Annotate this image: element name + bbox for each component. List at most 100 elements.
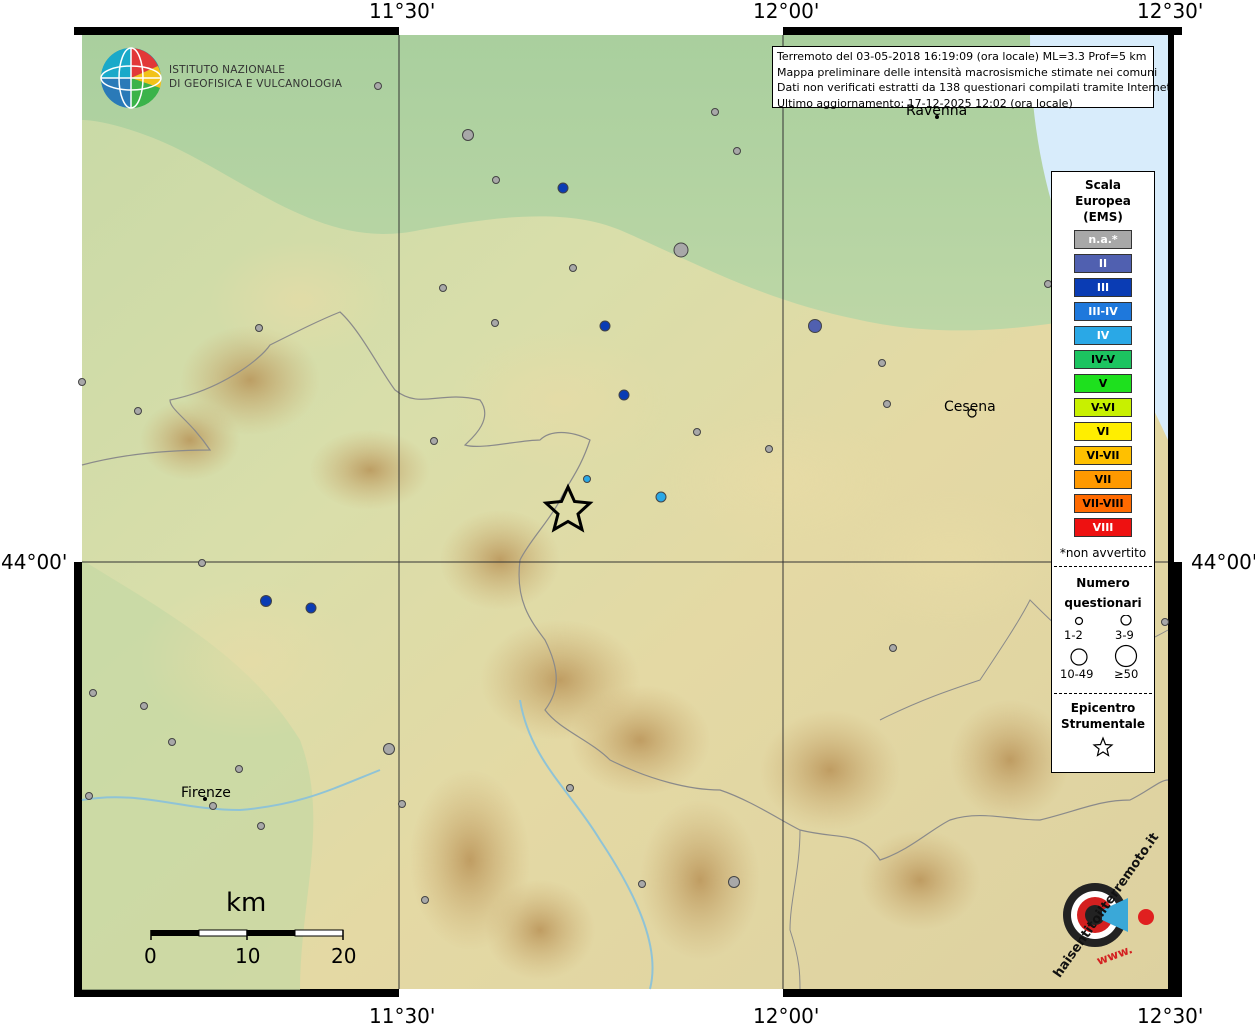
intensity-point: [305, 602, 317, 614]
intensity-point: [383, 743, 395, 755]
intensity-point: [733, 147, 741, 155]
city-label-ravenna: Ravenna: [906, 103, 968, 119]
intensity-point: [255, 324, 263, 332]
bottom-lon-label-3: 12°30': [1137, 1004, 1204, 1028]
legend-class-8: VI: [1074, 422, 1132, 441]
scale-tick-20: 20: [331, 944, 357, 968]
intensity-point: [566, 784, 574, 792]
bottom-lon-label-1: 11°30': [369, 1004, 436, 1028]
intensity-point: [889, 644, 897, 652]
intensity-point: [618, 389, 630, 401]
legend-epi-2: Strumentale: [1060, 717, 1146, 731]
institute-line-1: ISTITUTO NAZIONALE: [169, 64, 286, 76]
intensity-point: [808, 319, 822, 333]
brand-www: www.: [1094, 942, 1135, 968]
scale-tick-0: 0: [144, 944, 157, 968]
intensity-point: [693, 428, 701, 436]
intensity-point: [209, 802, 217, 810]
scale-unit: km: [226, 888, 267, 918]
legend-class-3: III-IV: [1074, 302, 1132, 321]
intensity-point: [398, 800, 406, 808]
institute-line-2: DI GEOFISICA E VULCANOLOGIA: [169, 78, 343, 90]
intensity-point: [89, 689, 97, 697]
institute-name: ISTITUTO NAZIONALE DI GEOFISICA E VULCAN…: [169, 63, 342, 91]
size-label-3: 10-49: [1060, 667, 1094, 681]
legend-class-11: VII-VIII: [1074, 494, 1132, 513]
event-info-box: Terremoto del 03-05-2018 16:19:09 (ora l…: [772, 46, 1175, 110]
city-label-cesena: Cesena: [944, 399, 996, 415]
intensity-point: [198, 559, 206, 567]
intensity-point: [655, 491, 667, 503]
intensity-point: [728, 876, 740, 888]
legend-note: *non avvertito: [1059, 546, 1147, 560]
size-label-1: 1-2: [1064, 628, 1083, 642]
intensity-point: [583, 475, 591, 483]
intensity-point: [1161, 618, 1169, 626]
legend-classes: n.a.* II III III-IV IV IV-V V V-VI VI VI-VII VII VI…: [1052, 230, 1154, 537]
legend-title-3: (EMS): [1083, 210, 1123, 224]
legend-divider: [1054, 566, 1152, 567]
legend-questionari: questionari: [1064, 596, 1142, 610]
terrain: [81, 35, 1169, 990]
legend-epicenter-title: Epicentro Strumentale: [1052, 700, 1154, 732]
info-line-1: Terremoto del 03-05-2018 16:19:09 (ora l…: [777, 50, 1147, 63]
bottom-lon-label-2: 12°00': [753, 1004, 820, 1028]
top-lon-label-3: 12°30': [1137, 0, 1204, 23]
intensity-point: [134, 407, 142, 415]
legend-class-10: VII: [1074, 470, 1132, 489]
intensity-point: [711, 108, 719, 116]
top-lon-label-2: 12°00': [753, 0, 820, 23]
intensity-point: [638, 880, 646, 888]
intensity-point: [78, 378, 86, 386]
left-lat-label: 44°00': [1, 550, 68, 574]
intensity-point: [260, 595, 272, 607]
intensity-point: [765, 445, 773, 453]
scale-tick-10: 10: [235, 944, 261, 968]
ingv-globe-icon: [100, 47, 162, 109]
city-label-firenze: Firenze: [181, 785, 231, 801]
intensity-point: [599, 320, 611, 332]
legend-class-4: IV: [1074, 326, 1132, 345]
legend-divider-2: [1054, 693, 1152, 694]
intensity-point: [883, 400, 891, 408]
legend-epi-1: Epicentro: [1070, 701, 1136, 715]
legend-title-2: Europea: [1075, 194, 1131, 208]
intensity-point: [235, 765, 243, 773]
legend-star-icon: [1092, 736, 1114, 757]
legend-class-1: II: [1074, 254, 1132, 273]
size-label-2: 3-9: [1115, 628, 1134, 642]
info-line-2: Mappa preliminare delle intensità macros…: [777, 65, 1158, 79]
legend-numero: Numero: [1076, 576, 1130, 590]
intensity-point: [878, 359, 886, 367]
top-lon-label-1: 11°30': [369, 0, 436, 23]
intensity-point: [421, 896, 429, 904]
intensity-point: [462, 129, 474, 141]
ems-legend: Scala Europea (EMS) n.a.* II III III-IV IV IV…: [1051, 171, 1155, 773]
intensity-point: [140, 702, 148, 710]
right-lat-label: 44°00': [1191, 550, 1255, 574]
intensity-point: [439, 284, 447, 292]
brand-name: haisentitoilterremoto.it www.: [1034, 830, 1162, 980]
legend-class-2: III: [1074, 278, 1132, 297]
intensity-point: [257, 822, 265, 830]
legend-class-9: VI-VII: [1074, 446, 1132, 465]
intensity-point: [85, 792, 93, 800]
intensity-point: [569, 264, 577, 272]
legend-class-0: n.a.*: [1074, 230, 1132, 249]
intensity-point: [492, 176, 500, 184]
info-line-3: Dati non verificati estratti da 138 ques…: [777, 81, 1175, 94]
intensity-point: [557, 182, 569, 194]
size-label-4: ≥50: [1114, 667, 1139, 681]
intensity-point: [430, 437, 438, 445]
intensity-point: [168, 738, 176, 746]
intensity-point: [673, 242, 689, 258]
legend-title: Scala Europea (EMS): [1052, 177, 1154, 225]
legend-class-6: V: [1074, 374, 1132, 393]
legend-title-1: Scala: [1084, 178, 1122, 192]
legend-count-title: Numero questionari: [1052, 573, 1154, 613]
legend-class-12: VIII: [1074, 518, 1132, 537]
legend-class-7: V-VI: [1074, 398, 1132, 417]
intensity-point: [491, 319, 499, 327]
size-legend: 1-2 3-9 10-49 ≥50: [1052, 614, 1154, 687]
intensity-point: [374, 82, 382, 90]
